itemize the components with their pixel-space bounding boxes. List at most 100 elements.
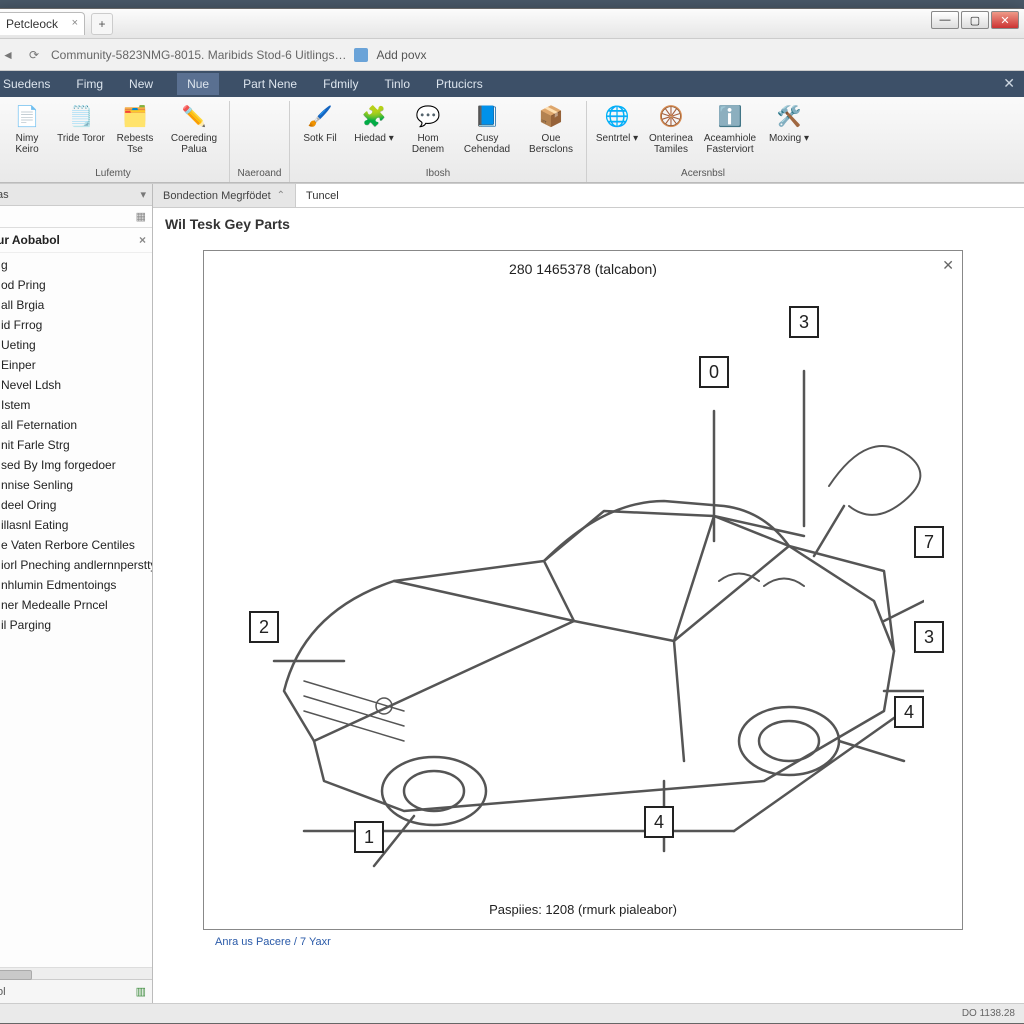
sidebar-item[interactable]: Ueting [0, 335, 152, 355]
ribbon-button[interactable]: 📘Cusy Cehendad [458, 101, 516, 157]
reload-icon[interactable]: ⟳ [25, 46, 43, 64]
ribbon-button[interactable]: 🗂️Rebests Tse [111, 101, 159, 157]
callout-4a[interactable]: 4 [894, 696, 924, 728]
content-area: Bondection Megrfödet ⌃ Wil Tesk Gey Part… [153, 184, 1024, 1003]
callout-1[interactable]: 1 [354, 821, 384, 853]
close-button[interactable]: ✕ [991, 11, 1019, 29]
sidebar-item[interactable]: sed By Img forgedoer [0, 455, 152, 475]
callout-4b[interactable]: 4 [644, 806, 674, 838]
ribbon-button[interactable]: ✏️Coereding Palua [165, 101, 223, 157]
sidebar-header[interactable]: as ▾ [0, 184, 152, 206]
page-title: Wil Tesk Gey Parts [153, 208, 1024, 240]
titlebar: Petcleock × + — ▢ ✕ [0, 9, 1024, 39]
ribbon-tab[interactable]: Prtucicrs [434, 73, 485, 95]
callout-7[interactable]: 7 [914, 526, 944, 558]
ribbon-button[interactable]: 📄Nimy Keiro [3, 101, 51, 157]
sidebar-item[interactable]: id Frrog [0, 315, 152, 335]
new-tab-button[interactable]: + [91, 13, 113, 35]
sidebar-item[interactable]: od Pring [0, 275, 152, 295]
sidebar-item[interactable]: Nevel Ldsh [0, 375, 152, 395]
sidebar-list[interactable]: god Pringall Brgiaid FrrogUetingEinperNe… [0, 253, 152, 967]
address-bar: ◄ ⟳ Community-5823NMG-8015. Maribids Sto… [0, 39, 1024, 71]
sidebar-item[interactable]: Einper [0, 355, 152, 375]
chevron-down-icon[interactable]: ▾ [140, 188, 146, 201]
ribbon-group-label: Ibosh [426, 165, 450, 182]
sidebar-item[interactable]: nnise Senling [0, 475, 152, 495]
ribbon-button[interactable]: 🛞Onterinea Tamiles [647, 101, 695, 157]
ribbon-button[interactable]: 🛠️Moxing ▾ [765, 101, 813, 157]
ribbon-tab-strip: Suedens Fimg New Nue Part Nene Fdmily Ti… [0, 71, 1024, 97]
window-controls: — ▢ ✕ [931, 11, 1019, 29]
sidebar-item[interactable]: Istem [0, 395, 152, 415]
search-input[interactable] [306, 190, 1014, 202]
sidebar: as ▾ t ▦ ur Aobabol × god Pringall Brgia… [0, 184, 153, 1003]
sidebar-item[interactable]: ner Medealle Prncel [0, 595, 152, 615]
ribbon-group: 📄Nimy Keiro 🗒️Tride Toror 🗂️Rebests Tse … [0, 101, 230, 182]
book-icon: 📘 [473, 103, 501, 131]
maximize-button[interactable]: ▢ [961, 11, 989, 29]
ribbon: 📄Nimy Keiro 🗒️Tride Toror 🗂️Rebests Tse … [0, 97, 1024, 183]
ribbon-button[interactable]: 🌐Sentrtel ▾ [593, 101, 641, 157]
parts-diagram[interactable]: ✕ 280 1465378 (talcabon) [203, 250, 963, 930]
breadcrumb[interactable]: Community-5823NMG-8015. Maribids Stod-6 … [51, 48, 346, 62]
note-icon: 🗒️ [67, 103, 95, 131]
brush-icon: 🖌️ [306, 103, 334, 131]
sidebar-section[interactable]: ur Aobabol × [0, 228, 152, 253]
callout-3a[interactable]: 3 [789, 306, 819, 338]
browser-tab[interactable]: Petcleock × [0, 12, 85, 35]
sidebar-item[interactable]: nit Farle Strg [0, 435, 152, 455]
minimize-button[interactable]: — [931, 11, 959, 29]
ribbon-button[interactable]: 🗒️Tride Toror [57, 101, 105, 157]
ribbon-tab[interactable]: Tinlo [382, 73, 412, 95]
tab-close-icon[interactable]: × [72, 17, 78, 29]
ribbon-tab[interactable]: Part Nene [241, 73, 299, 95]
sidebar-item[interactable]: nhlumin Edmentoings [0, 575, 152, 595]
sidebar-item[interactable]: illasnl Eating [0, 515, 152, 535]
ribbon-tab-active[interactable]: Nue [177, 73, 219, 95]
back-icon[interactable]: ◄ [0, 46, 17, 64]
close-icon[interactable]: × [139, 233, 146, 247]
sidebar-item[interactable]: all Brgia [0, 295, 152, 315]
callout-0[interactable]: 0 [699, 356, 729, 388]
ribbon-button[interactable]: 🖌️Sotk Fil [296, 101, 344, 157]
ribbon-button[interactable]: 💬Hom Denem [404, 101, 452, 157]
sidebar-scrollbar[interactable] [0, 967, 152, 979]
globe-icon: 🌐 [603, 103, 631, 131]
ribbon-close-icon[interactable]: ✕ [1003, 75, 1015, 92]
sidebar-item[interactable]: e Vaten Rerbore Centiles [0, 535, 152, 555]
sidebar-item[interactable]: il Parging [0, 615, 152, 635]
ribbon-tab[interactable]: Fdmily [321, 73, 360, 95]
callout-3b[interactable]: 3 [914, 621, 944, 653]
ribbon-tab[interactable]: New [127, 73, 155, 95]
plus-icon: + [99, 17, 106, 31]
car-illustration [244, 311, 924, 871]
sidebar-item[interactable]: all Feternation [0, 415, 152, 435]
content-search[interactable] [296, 184, 1024, 207]
diagram-caption: Paspiies: 1208 (rmurk pialeabor) [204, 902, 962, 917]
content-tab-strip: Bondection Megrfödet ⌃ [153, 184, 1024, 208]
document-icon: 📄 [13, 103, 41, 131]
ribbon-button[interactable]: ℹ️Aceamhiole Fasterviort [701, 101, 759, 157]
ribbon-tab[interactable]: Suedens [1, 73, 52, 95]
status-bar: DO 1138.28 [0, 1003, 1024, 1023]
grid-icon[interactable]: ▦ [136, 210, 146, 223]
sidebar-item[interactable]: iorl Pneching andlernnperstty [0, 555, 152, 575]
folder-icon: 🗂️ [121, 103, 149, 131]
sidebar-footer[interactable]: ol ▥ [0, 979, 152, 1003]
sidebar-item[interactable]: g [0, 255, 152, 275]
status-text: DO 1138.28 [962, 1008, 1015, 1019]
pager-link[interactable]: Anra us Pacere / 7 Yaxr [203, 930, 999, 958]
chevron-down-icon[interactable]: ⌃ [277, 190, 285, 201]
ribbon-button[interactable]: 🧩Hiedad ▾ [350, 101, 398, 157]
content-tab[interactable]: Bondection Megrfödet ⌃ [153, 184, 296, 207]
ribbon-tab[interactable]: Fimg [74, 73, 105, 95]
ribbon-button[interactable]: 📦Oue Bersclons [522, 101, 580, 157]
panel-toggle-icon[interactable]: ▥ [136, 985, 146, 998]
sidebar-subheader[interactable]: t ▦ [0, 206, 152, 228]
add-post-link[interactable]: Add povx [376, 48, 426, 62]
callout-2[interactable]: 2 [249, 611, 279, 643]
wheel-icon: 🛞 [657, 103, 685, 131]
sidebar-item[interactable]: deel Oring [0, 495, 152, 515]
diagram-wrap: ✕ 280 1465378 (talcabon) [153, 240, 1024, 1003]
app-window: Petcleock × + — ▢ ✕ ◄ ⟳ Community-5823NM… [0, 8, 1024, 1024]
